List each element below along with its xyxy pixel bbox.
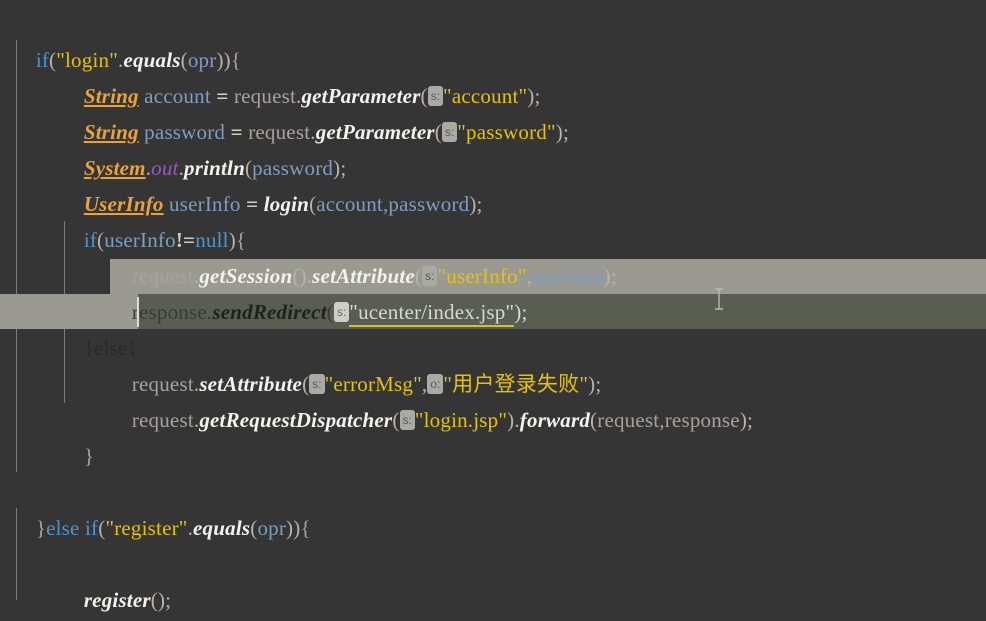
mouse-ibeam-cursor [715, 288, 723, 310]
brace-open: { [300, 516, 311, 540]
brace-close: } [83, 444, 95, 468]
paren-close: ) [603, 264, 611, 288]
method-login: login [263, 192, 310, 216]
semicolon: ; [610, 264, 617, 288]
brace-close: } [83, 336, 95, 360]
code-line-16[interactable]: register(); [62, 546, 171, 612]
code-line-9-current[interactable]: }else{ [62, 294, 138, 360]
receiver-response: response [131, 300, 207, 324]
code-line-17[interactable]: } [14, 582, 46, 618]
semicolon: ; [747, 408, 754, 432]
receiver-request: request [131, 408, 194, 432]
code-line-7[interactable]: request.getSession().setAttribute(s: "use… [110, 222, 617, 288]
paren-close: ) [469, 192, 477, 216]
typo-underline-ucenter: "ucenter/index.jsp" [349, 300, 515, 327]
method-getrequestdispatcher: getRequestDispatcher [199, 408, 393, 432]
keyword-if: if [85, 516, 99, 540]
keyword-if: if [83, 228, 98, 252]
code-line-5[interactable]: UserInfo userInfo = login(account,passwo… [62, 150, 483, 216]
string-login-jsp: "login.jsp" [414, 408, 508, 432]
param-hint-badge[interactable]: s: [441, 122, 458, 142]
semicolon: ; [165, 588, 172, 612]
param-hint-badge[interactable]: s: [399, 410, 415, 430]
brace-close: } [35, 516, 47, 540]
code-line-6[interactable]: if(userInfo!=null){ [62, 186, 246, 252]
method-equals: equals [193, 516, 251, 540]
semicolon: ; [476, 192, 483, 216]
keyword-if: if [35, 48, 50, 72]
semicolon: ; [562, 120, 569, 144]
paren-open: ( [326, 300, 334, 324]
paren-open: ( [392, 408, 400, 432]
text-caret [137, 297, 139, 327]
var-userinfo: userInfo [532, 264, 604, 288]
paren-open: ( [434, 120, 442, 144]
keyword-else: else [46, 516, 80, 540]
assign-operator: = [246, 192, 259, 216]
paren-close: ) [739, 408, 748, 432]
paren-close: ) [555, 120, 563, 144]
code-line-8-selected[interactable]: response.sendRedirect(s: "ucenter/index.j… [110, 258, 528, 327]
indent-guide-level-1-lower [16, 329, 17, 472]
empty-parens: () [150, 588, 166, 612]
string-ucenter-index-jsp: "ucenter/index.jsp" [349, 300, 515, 327]
param-hint-badge[interactable]: s: [333, 302, 350, 322]
string-password: "password" [457, 120, 556, 144]
method-register: register [83, 588, 151, 612]
method-forward: forward [519, 408, 591, 432]
code-line-3[interactable]: String password = request.getParameter(s… [62, 78, 569, 144]
code-line-10[interactable]: request.setAttribute(s: "errorMsg", o: "用户登… [110, 330, 601, 396]
code-line-4[interactable]: System.out.println(password); [62, 114, 346, 180]
code-line-11[interactable]: request.getRequestDispatcher(s: "login.js… [110, 366, 753, 432]
code-line-1[interactable]: if("login".equals(opr)){ [14, 6, 241, 72]
var-opr: opr [257, 516, 287, 540]
args-account-password: account,password [316, 192, 470, 216]
method-sendredirect: sendRedirect [212, 300, 327, 324]
code-line-14[interactable]: }else if("register".equals(opr)){ [14, 474, 311, 540]
semicolon: ; [521, 300, 528, 324]
string-register: "register" [105, 516, 188, 540]
code-line-12[interactable]: } [62, 402, 94, 468]
code-line-2[interactable]: String account = request.getParameter(s:… [62, 42, 541, 108]
args-request-response: request,response [597, 408, 740, 432]
code-editor[interactable]: if("login".equals(opr)){ String account … [0, 0, 986, 621]
